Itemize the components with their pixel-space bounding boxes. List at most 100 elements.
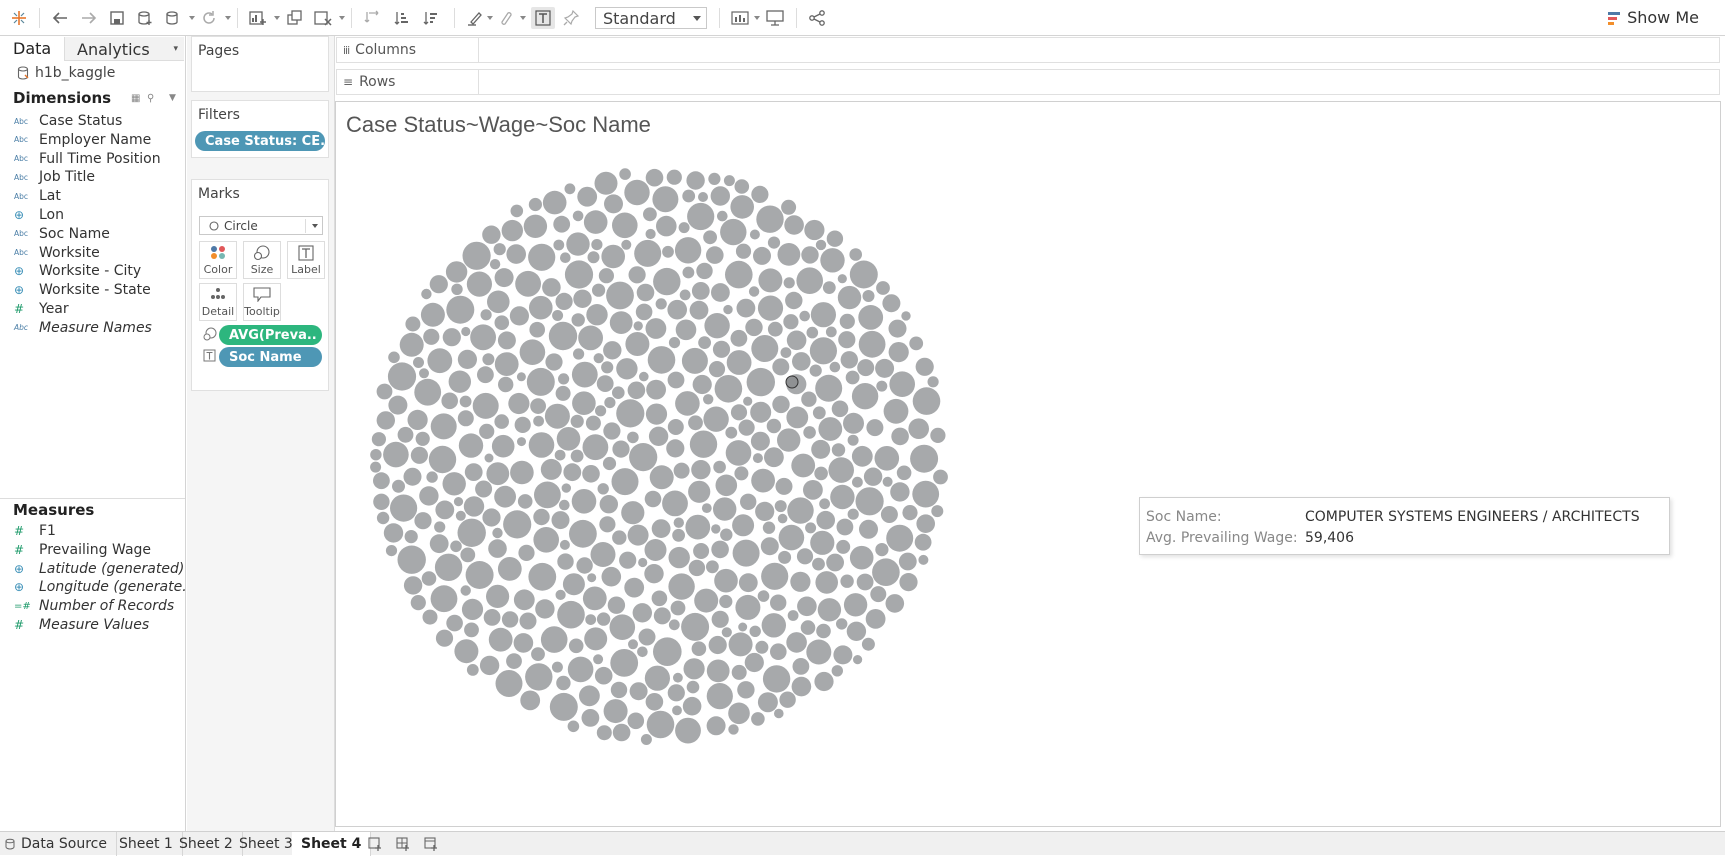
bubble-mark[interactable] (570, 449, 584, 463)
bubble-mark[interactable] (423, 328, 440, 345)
field-item[interactable]: # Year (14, 300, 69, 318)
bubble-mark[interactable] (672, 528, 685, 542)
bubble-mark[interactable] (572, 210, 584, 222)
bubble-mark[interactable] (619, 168, 631, 180)
bubble-mark[interactable] (405, 316, 421, 332)
bubble-mark[interactable] (627, 712, 645, 730)
bubble-mark[interactable] (528, 197, 542, 212)
bubble-mark[interactable] (441, 392, 458, 410)
bubble-mark[interactable] (811, 439, 831, 459)
bubble-mark[interactable] (551, 511, 570, 530)
bubble-mark[interactable] (668, 619, 680, 631)
bubble-mark[interactable] (644, 564, 664, 584)
bubble-mark[interactable] (373, 493, 390, 510)
bubble-mark[interactable] (815, 239, 827, 251)
bubble-mark[interactable] (772, 358, 790, 376)
field-item[interactable]: ⊕ Longitude (generate... (14, 578, 196, 596)
bubble-mark[interactable] (804, 219, 825, 241)
bubble-mark[interactable] (851, 383, 879, 410)
clear-sheet-icon[interactable] (312, 7, 334, 29)
bubble-mark[interactable] (373, 472, 390, 490)
bubble-mark[interactable] (475, 480, 493, 498)
bubble-mark[interactable] (651, 590, 668, 607)
bubble-mark[interactable] (599, 495, 618, 514)
highlight-icon[interactable] (464, 7, 486, 29)
bubble-mark[interactable] (670, 600, 686, 616)
bubble-mark[interactable] (734, 466, 749, 481)
bubble-mark[interactable] (743, 396, 753, 406)
bubble-mark[interactable] (569, 519, 597, 548)
bubble-mark[interactable] (434, 553, 463, 581)
bubble-mark[interactable] (735, 243, 752, 259)
bubble-mark[interactable] (461, 598, 484, 620)
bubble-mark[interactable] (637, 646, 648, 658)
bubble-mark[interactable] (801, 246, 819, 264)
bubble-mark[interactable] (710, 186, 730, 206)
bubble-mark[interactable] (494, 315, 510, 330)
bubble-mark[interactable] (603, 699, 628, 724)
bubble-mark[interactable] (746, 367, 775, 397)
bubble-mark[interactable] (667, 371, 685, 389)
bubble-mark[interactable] (629, 443, 658, 472)
bubble-mark[interactable] (559, 539, 570, 550)
bubble-mark[interactable] (611, 468, 639, 496)
bubble-mark[interactable] (790, 571, 811, 592)
bubble-mark[interactable] (800, 620, 816, 635)
bubble-mark[interactable] (815, 571, 838, 594)
bubble-mark[interactable] (730, 404, 748, 421)
bubble-mark[interactable] (783, 314, 799, 330)
bubble-mark[interactable] (376, 383, 393, 400)
bubble-mark[interactable] (810, 302, 836, 328)
bubble-mark[interactable] (582, 465, 600, 483)
size-button[interactable]: Size (243, 241, 281, 279)
color-button[interactable]: Color (199, 241, 237, 279)
bubble-mark[interactable] (571, 489, 597, 514)
bubble-mark[interactable] (890, 482, 910, 502)
bubble-mark[interactable] (723, 175, 735, 187)
bubble-mark[interactable] (640, 734, 652, 745)
bubble-mark[interactable] (488, 627, 513, 652)
bubble-mark[interactable] (756, 205, 784, 233)
bubble-mark[interactable] (732, 514, 755, 537)
bubble-mark[interactable] (720, 528, 733, 541)
new-story-tab-icon[interactable] (417, 832, 445, 856)
bubble-mark[interactable] (918, 554, 929, 565)
bubble-mark[interactable] (876, 281, 890, 295)
bubble-mark[interactable] (738, 573, 758, 593)
bubble-mark[interactable] (751, 712, 765, 726)
bubble-mark[interactable] (896, 465, 912, 481)
bubble-mark[interactable] (644, 539, 667, 561)
bubble-mark[interactable] (479, 423, 495, 439)
bubble-mark[interactable] (721, 627, 732, 638)
bubble-mark[interactable] (556, 427, 581, 451)
bubble-mark[interactable] (836, 618, 848, 630)
bubble-mark[interactable] (530, 398, 546, 414)
bubble-mark[interactable] (564, 183, 576, 195)
bubble-mark[interactable] (762, 521, 776, 534)
field-item[interactable]: Abc Employer Name (14, 131, 151, 149)
bubble-mark[interactable] (853, 655, 863, 665)
bubble-mark[interactable] (491, 434, 515, 458)
bubble-mark[interactable] (681, 612, 710, 641)
bubble-mark[interactable] (688, 480, 711, 503)
bubble-mark[interactable] (599, 516, 616, 533)
bubble-mark[interactable] (713, 460, 726, 474)
bubble-mark[interactable] (573, 348, 585, 360)
new-worksheet-tab-icon[interactable] (361, 832, 389, 856)
bubble-mark[interactable] (708, 635, 727, 655)
bubble-mark[interactable] (529, 321, 545, 338)
bubble-mark[interactable] (533, 527, 559, 553)
bubble-mark[interactable] (681, 347, 708, 374)
bubble-mark[interactable] (791, 676, 812, 697)
bubble-mark[interactable] (616, 399, 645, 428)
bubble-mark[interactable] (486, 462, 510, 486)
bubble-mark[interactable] (610, 649, 639, 677)
bubble-mark[interactable] (518, 544, 535, 561)
bubble-mark[interactable] (862, 290, 875, 302)
bubble-mark[interactable] (472, 392, 499, 419)
bubble-mark[interactable] (578, 325, 603, 351)
bubble-mark[interactable] (682, 696, 702, 716)
bubble-mark[interactable] (805, 522, 817, 534)
bubble-mark[interactable] (751, 335, 779, 362)
bubble-mark[interactable] (421, 288, 432, 300)
